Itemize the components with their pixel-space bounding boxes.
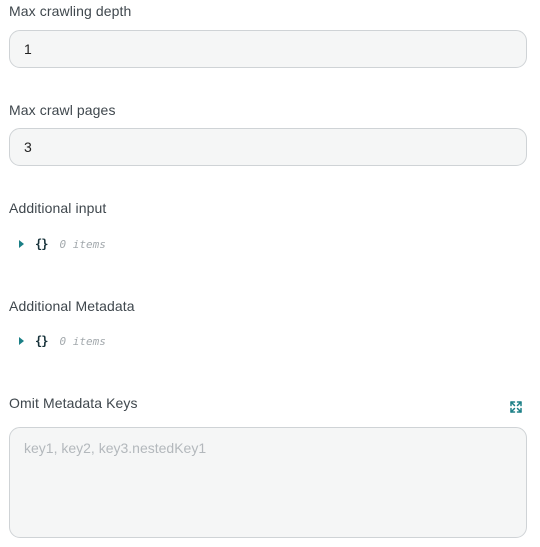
additional-metadata-json-viewer: {} 0 items (19, 333, 106, 349)
additional-input-json-viewer: {} 0 items (19, 236, 106, 252)
caret-right-icon[interactable] (19, 240, 24, 248)
additional-metadata-label: Additional Metadata (9, 298, 135, 314)
omit-metadata-keys-textarea[interactable] (9, 427, 527, 538)
additional-input-label: Additional input (9, 200, 107, 216)
max-crawl-pages-label: Max crawl pages (9, 102, 116, 118)
max-crawling-depth-label: Max crawling depth (9, 3, 132, 19)
json-item-count: 0 items (59, 334, 106, 348)
json-object-braces[interactable]: {} (35, 237, 48, 251)
max-crawl-pages-input[interactable] (9, 128, 527, 166)
caret-right-icon[interactable] (19, 337, 24, 345)
max-crawling-depth-input[interactable] (9, 30, 527, 68)
json-object-braces[interactable]: {} (35, 334, 48, 348)
omit-metadata-keys-label: Omit Metadata Keys (9, 395, 138, 411)
expand-icon[interactable] (508, 399, 524, 415)
json-item-count: 0 items (59, 237, 106, 251)
